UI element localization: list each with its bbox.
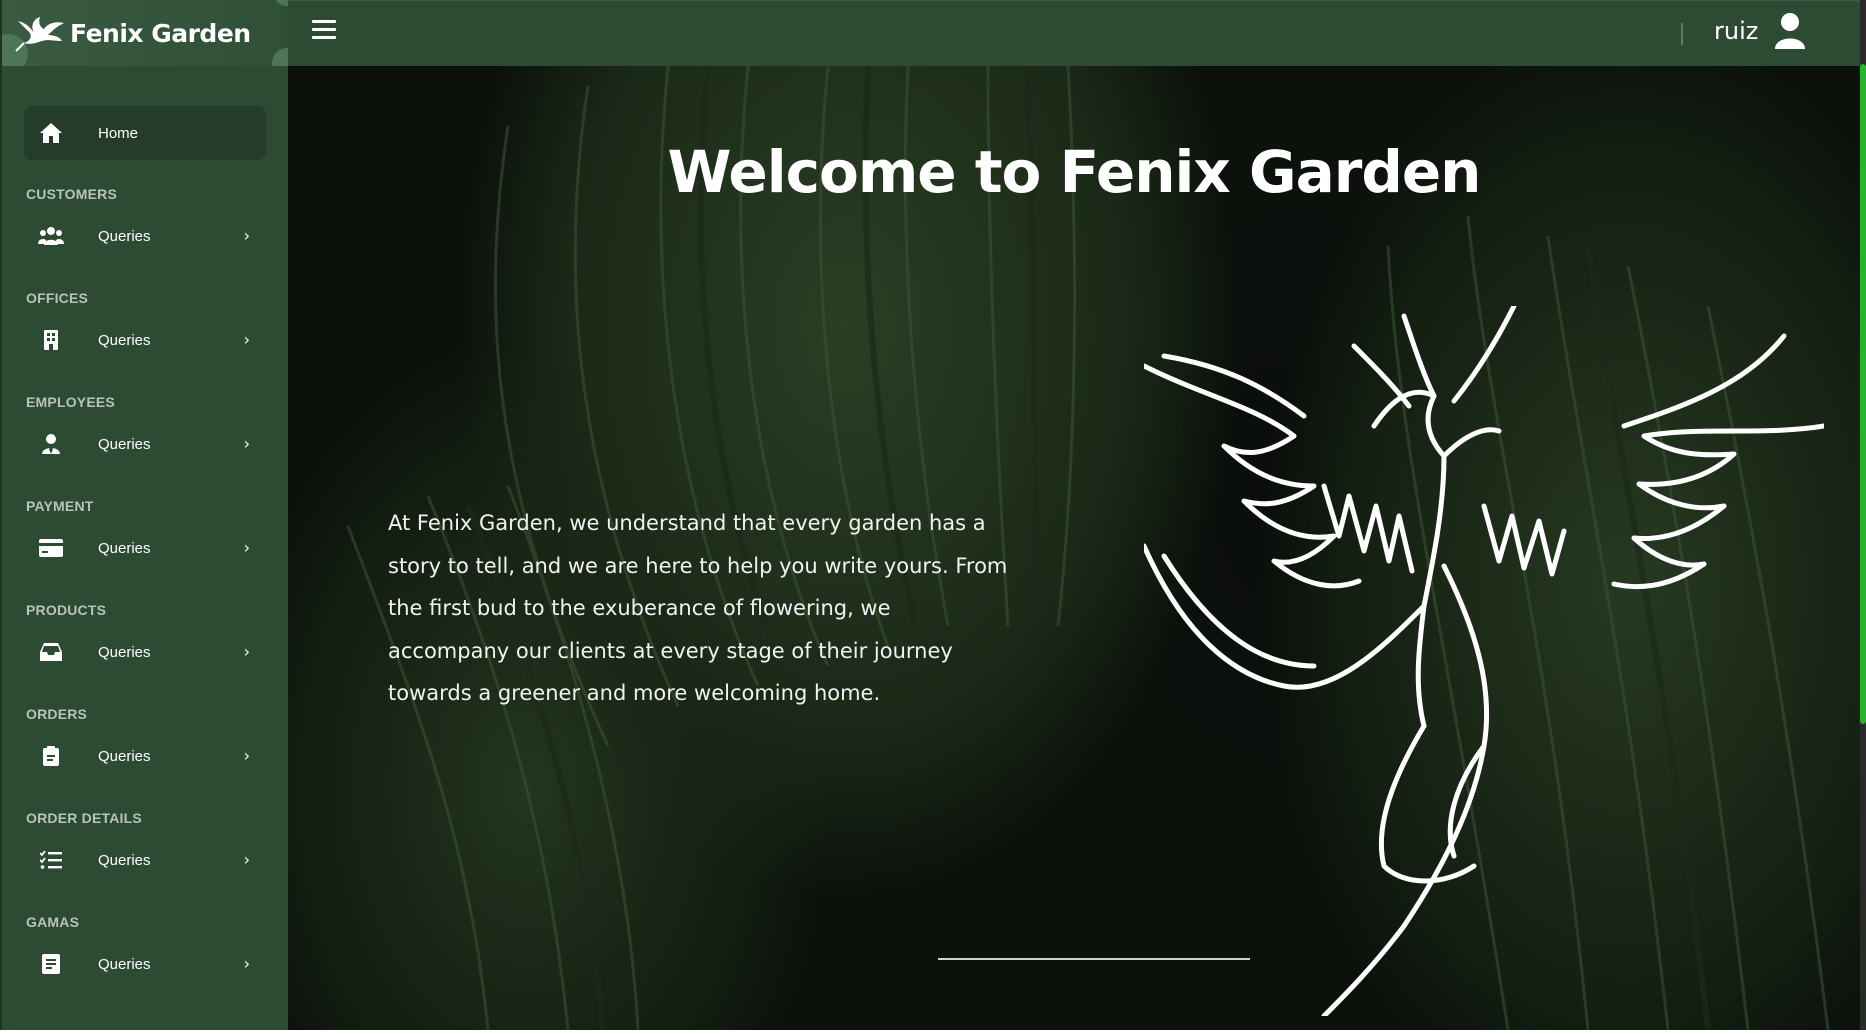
sidebar-item-label: Queries [98, 227, 151, 245]
home-icon [38, 121, 64, 145]
sidebar-item-orders-queries[interactable]: Queries › [24, 732, 266, 780]
hero-description: At Fenix Garden, we understand that ever… [388, 511, 1008, 705]
sidebar-item-label: Queries [98, 747, 151, 765]
section-title-employees: EMPLOYEES [26, 394, 115, 410]
chevron-right-icon: › [243, 642, 250, 661]
user-tie-icon [38, 432, 64, 456]
user-icon[interactable] [1774, 13, 1806, 49]
brand-name: Fenix Garden [70, 18, 251, 48]
section-title-gamas: GAMAS [26, 914, 80, 930]
sidebar-item-payment-queries[interactable]: Queries › [24, 524, 266, 572]
chevron-right-icon: › [243, 538, 250, 557]
sidebar-item-customers-queries[interactable]: Queries › [24, 212, 266, 260]
hero-section: Welcome to Fenix Garden At Fenix Garden,… [288, 66, 1860, 1030]
section-title-order-details: ORDER DETAILS [26, 810, 142, 826]
section-title-payment: PAYMENT [26, 498, 94, 514]
sidebar-item-employees-queries[interactable]: Queries › [24, 420, 266, 468]
sidebar-nav: Home CUSTOMERS Queries › OFFICES Queries… [2, 66, 288, 988]
section-title-products: PRODUCTS [26, 602, 107, 618]
sidebar-item-label: Queries [98, 955, 151, 973]
phoenix-logo-icon [15, 17, 64, 52]
hero-title: Welcome to Fenix Garden [667, 138, 1482, 206]
username[interactable]: ruiz [1714, 17, 1758, 45]
sidebar-item-home[interactable]: Home [24, 106, 266, 160]
sidebar-item-label: Queries [98, 851, 151, 869]
sidebar-item-gamas-queries[interactable]: Queries › [24, 940, 266, 988]
sidebar: Fenix Garden Home CUSTOMERS Queries › OF… [0, 0, 288, 1030]
clipboard-icon [38, 744, 64, 768]
chevron-right-icon: › [243, 434, 250, 453]
menu-toggle-icon[interactable] [312, 20, 336, 44]
sidebar-item-order-details-queries[interactable]: Queries › [24, 836, 266, 884]
building-icon [38, 328, 64, 352]
decorative-leaf [272, 48, 288, 66]
receipt-icon [38, 952, 64, 976]
chevron-right-icon: › [243, 954, 250, 973]
sidebar-item-label: Queries [98, 643, 151, 661]
chevron-right-icon: › [243, 746, 250, 765]
hero-divider [938, 958, 1250, 960]
sidebar-item-label: Queries [98, 331, 151, 349]
list-check-icon [38, 848, 64, 872]
window-bottom-edge [0, 1030, 1866, 1034]
phoenix-illustration-icon [1144, 306, 1824, 1016]
scrollbar-thumb[interactable] [1860, 64, 1866, 724]
users-icon [38, 224, 64, 248]
chevron-right-icon: › [243, 850, 250, 869]
credit-card-icon [38, 536, 64, 560]
brand[interactable]: Fenix Garden [2, 0, 288, 66]
sidebar-item-products-queries[interactable]: Queries › [24, 628, 266, 676]
sidebar-item-label: Queries [98, 435, 151, 453]
sidebar-item-offices-queries[interactable]: Queries › [24, 316, 266, 364]
divider [1681, 23, 1683, 45]
chevron-right-icon: › [243, 226, 250, 245]
inbox-icon [38, 640, 64, 664]
chevron-right-icon: › [243, 330, 250, 349]
sidebar-item-label: Queries [98, 539, 151, 557]
decorative-leaf [274, 0, 288, 6]
sidebar-item-label: Home [98, 124, 139, 142]
section-title-offices: OFFICES [26, 290, 89, 306]
section-title-customers: CUSTOMERS [26, 186, 117, 202]
section-title-orders: ORDERS [26, 706, 88, 722]
top-bar: ruiz [288, 0, 1860, 66]
